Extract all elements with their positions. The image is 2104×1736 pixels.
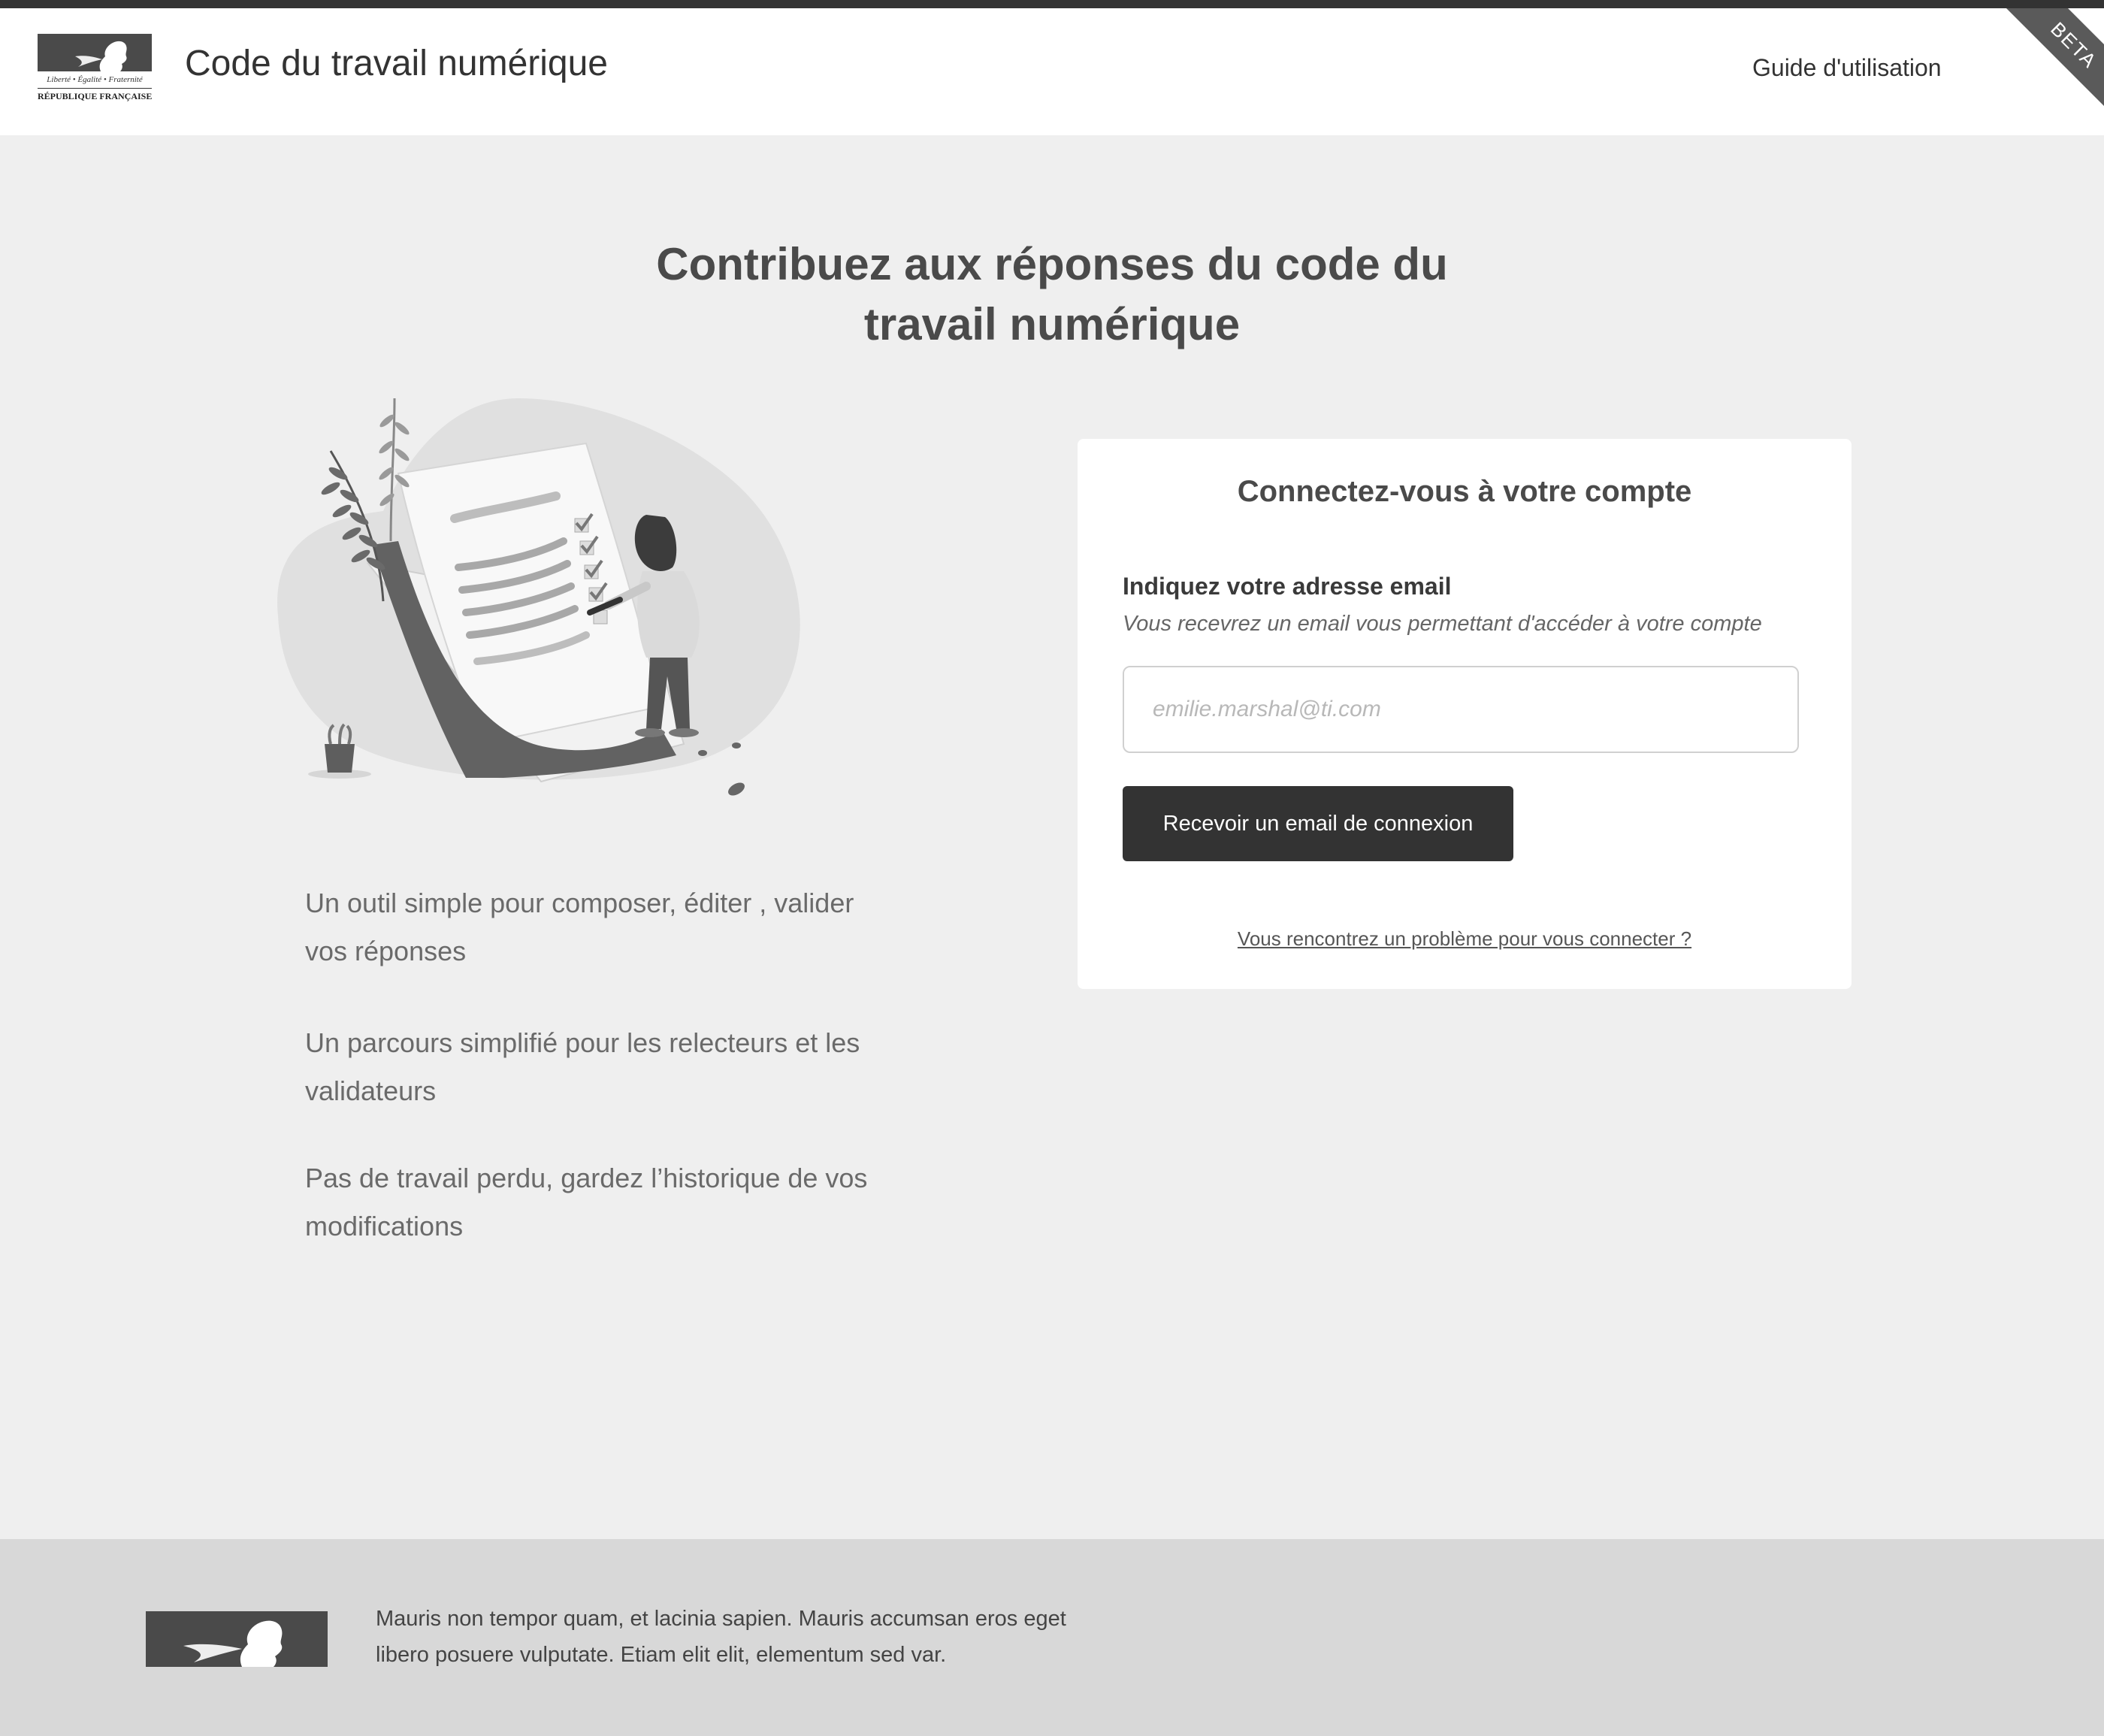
page-title-line-1: Contribuez aux réponses du code du xyxy=(656,239,1448,289)
login-title: Connectez-vous à votre compte xyxy=(1237,475,1692,508)
page-title-line-2: travail numérique xyxy=(863,299,1241,349)
feature-simple-tool: Un outil simple pour composer, éditer , … xyxy=(305,888,854,966)
marianne-logo xyxy=(146,1611,328,1667)
email-label: Indiquez votre adresse email xyxy=(1123,573,1452,600)
marianne-icon xyxy=(38,34,152,71)
send-login-email-button[interactable]: Recevoir un email de connexion xyxy=(1123,786,1513,861)
person-checking-document-illustration xyxy=(255,391,857,812)
login-card: Connectez-vous à votre compte Indiquez v… xyxy=(1078,439,1852,989)
guide-link[interactable]: Guide d'utilisation xyxy=(1752,54,1942,82)
republique-francaise-logo[interactable]: Liberté • Égalité • Fraternité RÉPUBLIQU… xyxy=(38,34,152,109)
footer-text: Mauris non tempor quam, et lacinia sapie… xyxy=(376,1607,1066,1667)
email-hint: Vous recevrez un email vous permettant d… xyxy=(1123,612,1762,636)
site-footer: Mauris non tempor quam, et lacinia sapie… xyxy=(0,1539,2104,1736)
logo-motto: Liberté • Égalité • Fraternité xyxy=(47,75,143,84)
top-accent-bar xyxy=(0,0,2104,8)
site-title[interactable]: Code du travail numérique xyxy=(185,43,608,84)
feature-simplified-workflow: Un parcours simplifié pour les relecteur… xyxy=(305,1027,860,1106)
logo-republique-francaise: RÉPUBLIQUE FRANÇAISE xyxy=(38,88,152,102)
site-header: Liberté • Égalité • Fraternité RÉPUBLIQU… xyxy=(0,8,2104,135)
login-help-link[interactable]: Vous rencontrez un problème pour vous co… xyxy=(1078,927,1852,951)
feature-history: Pas de travail perdu, gardez l’historiqu… xyxy=(305,1163,868,1242)
email-field[interactable] xyxy=(1123,666,1799,753)
beta-badge: BETA xyxy=(1952,8,2104,135)
page-title: Contribuez aux réponses du code du trava… xyxy=(526,234,1578,355)
